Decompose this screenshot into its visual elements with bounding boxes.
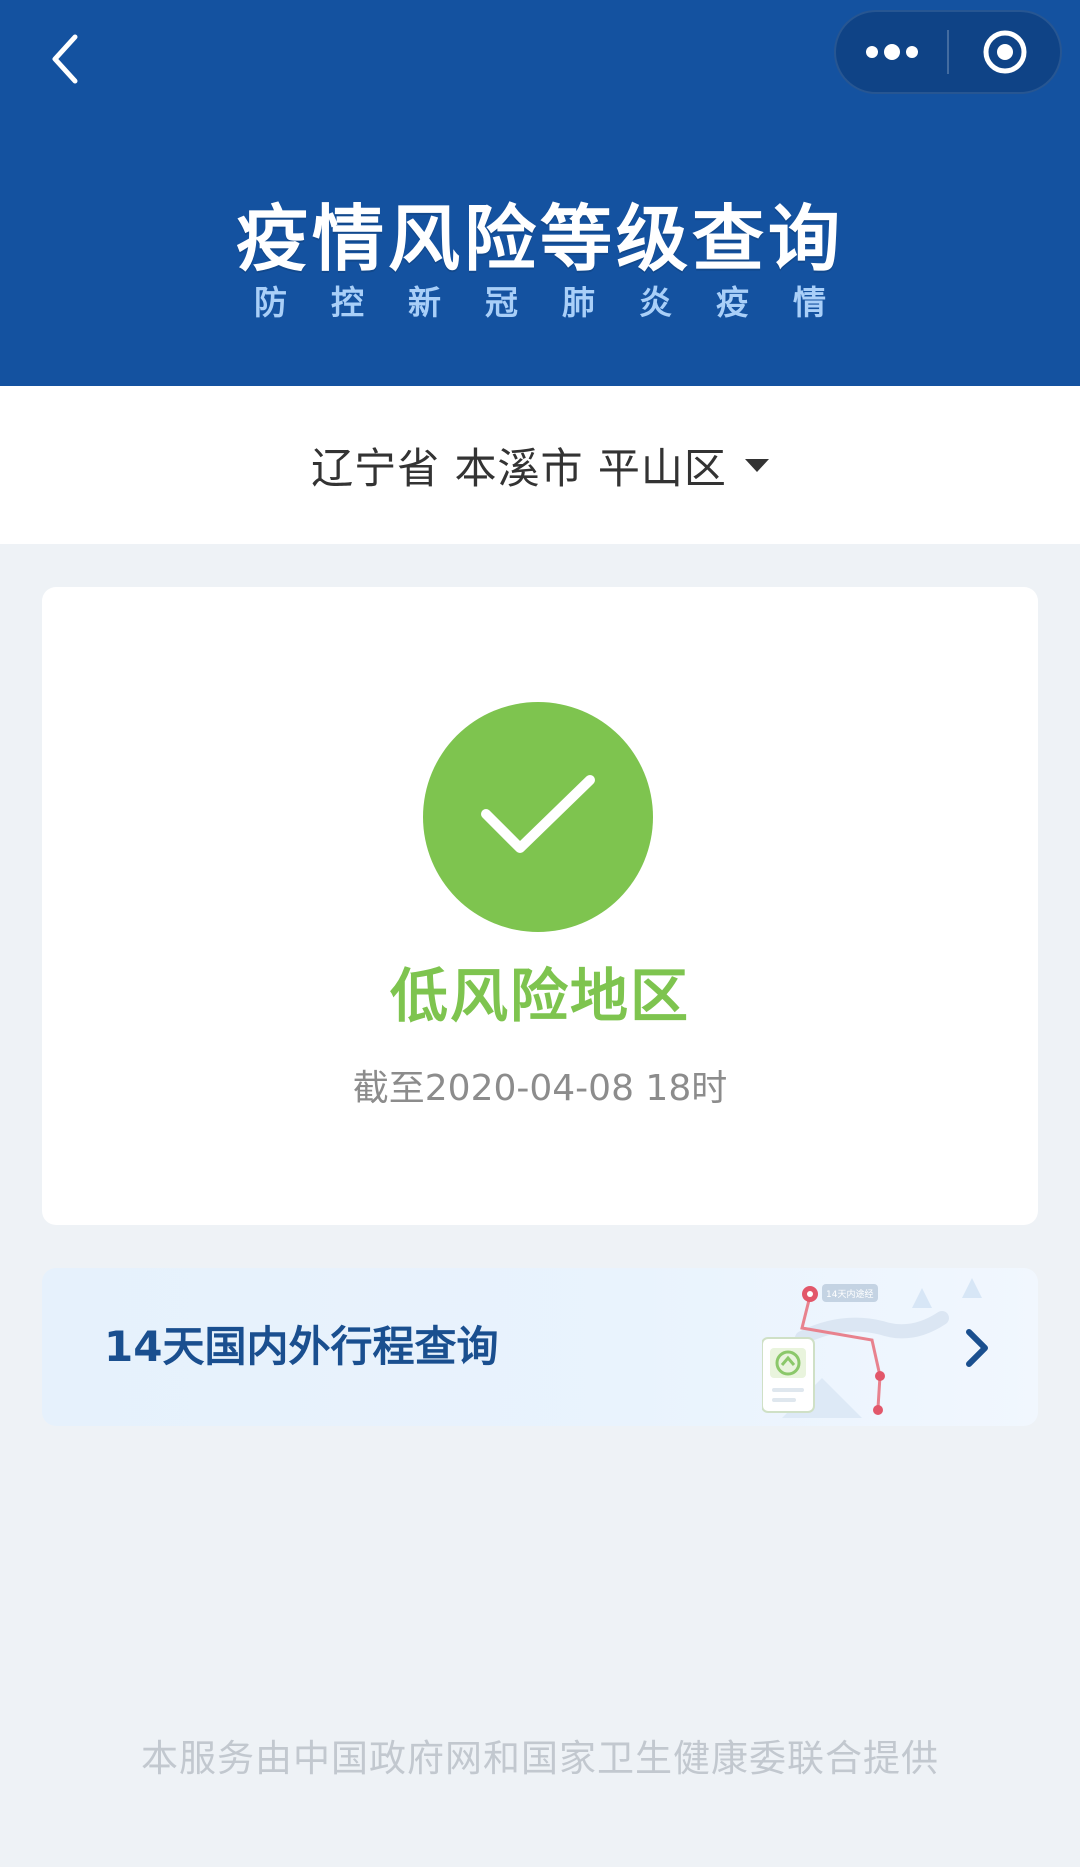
map-tag-text: 14天内途经 — [826, 1288, 873, 1300]
close-mini-program-button[interactable] — [949, 12, 1060, 92]
more-dots-icon — [865, 44, 918, 60]
mini-program-capsule — [834, 10, 1062, 94]
risk-result-card: 低风险地区 截至2020-04-08 18时 — [42, 587, 1038, 1225]
caret-down-icon — [744, 458, 769, 472]
page: 疫情风险等级查询 防控新冠肺炎疫情 辽宁省 本溪市 平山区 低风险地区 截至20… — [0, 0, 1080, 1867]
trip-query-card[interactable]: 14天国内外行程查询 14天内途经 — [42, 1268, 1038, 1426]
footer-note: 本服务由中国政府网和国家卫生健康委联合提供 — [141, 1737, 939, 1780]
page-title: 疫情风险等级查询 — [235, 197, 844, 281]
trip-query-label: 14天国内外行程查询 — [104, 1322, 499, 1371]
header: 疫情风险等级查询 防控新冠肺炎疫情 — [0, 0, 1080, 386]
chevron-left-icon — [52, 34, 78, 84]
more-button[interactable] — [836, 12, 947, 92]
check-icon — [481, 775, 595, 853]
status-badge — [423, 702, 653, 932]
page-subtitle: 防控新冠肺炎疫情 — [254, 283, 870, 322]
risk-level-text: 低风险地区 — [389, 962, 690, 1030]
chevron-right-icon — [948, 1320, 1004, 1376]
back-button[interactable] — [30, 24, 100, 94]
risk-update-time: 截至2020-04-08 18时 — [352, 1068, 728, 1109]
target-icon — [983, 30, 1026, 74]
region-selector[interactable]: 辽宁省 本溪市 平山区 — [0, 386, 1080, 544]
region-label: 辽宁省 本溪市 平山区 — [311, 443, 727, 493]
